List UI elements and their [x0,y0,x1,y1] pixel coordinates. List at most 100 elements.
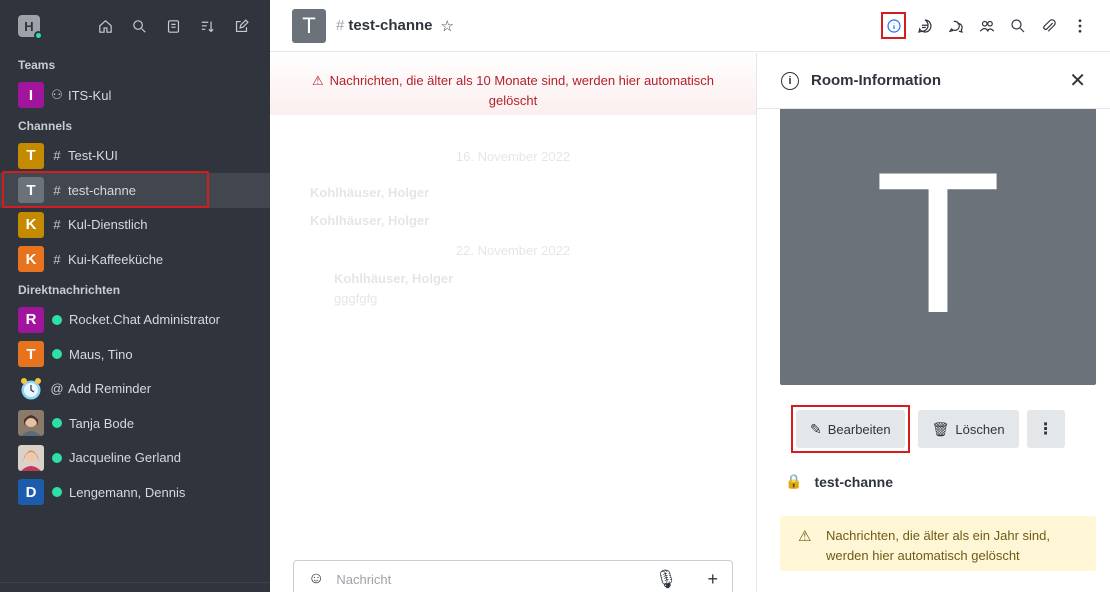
message-author: Kohlhäuser, Holger [310,213,430,228]
hashtag-icon: # [53,251,61,267]
header-toolbar [881,12,1092,39]
trash-icon: 🗑 [931,420,950,437]
room-header: T # test-channe ☆ [270,0,1110,52]
sidebar-item-label: Rocket.Chat Administrator [69,312,221,328]
avatar: I [18,82,44,109]
team-icon: ⚇ [51,87,63,103]
room-avatar[interactable]: T [292,8,326,43]
avatar: K [18,246,44,273]
date-divider: 16. November 2022 [455,149,571,164]
emoji-icon[interactable]: ☺ [308,570,324,588]
edit-label: Bearbeiten [827,421,891,437]
home-icon[interactable] [94,15,116,37]
sidebar-item-label: Lengemann, Dennis [69,484,186,500]
sidebar-item-kul-dienstlich[interactable]: K # Kul-Dienstlich [0,208,270,243]
sidebar-item-test-channe[interactable]: T # test-channe [0,171,270,208]
online-status-dot [52,452,62,463]
sidebar-item-its-kul[interactable]: I ⚇ ITS-Kul [0,78,270,113]
delete-label: Löschen [955,421,1005,437]
message-area: ⚠ Nachrichten, die älter als 10 Monate si… [270,53,756,592]
user-photo-avatar [18,444,44,471]
sort-icon[interactable] [196,15,218,37]
retention-text: Nachrichten, die älter als 10 Monate sin… [329,73,715,108]
sidebar-item-tanja-bode[interactable]: Tanja Bode [0,406,270,441]
plus-icon[interactable]: + [707,569,718,590]
retention-notice-text: Nachrichten, die älter als ein Jahr sind… [826,528,1051,563]
warning-icon: ⚠ [311,73,324,88]
more-options-button[interactable]: ⋮ [1026,410,1065,448]
avatar: R [18,306,44,333]
sidebar-item-rocketchat-admin[interactable]: R Rocket.Chat Administrator [0,303,270,338]
panel-header: i Room-Information ✕ [757,53,1110,109]
kebab-menu-icon[interactable] [1067,12,1092,39]
sidebar-header: H [0,0,270,52]
composer-placeholder: Nachricht [336,571,392,587]
online-status-dot [52,487,62,498]
sidebar-item-lengemann-dennis[interactable]: D Lengemann, Dennis [0,475,270,510]
sidebar-item-label: Add Reminder [68,381,152,397]
discussion-icon[interactable] [943,12,968,39]
sidebar-item-label: Tanja Bode [69,415,135,431]
directory-icon[interactable] [162,15,184,37]
room-name-row: 🔒 test-channe [785,473,893,490]
search-icon[interactable] [128,15,150,37]
delete-button[interactable]: 🗑 Löschen [917,410,1019,448]
online-status-dot [52,314,62,325]
pencil-icon: ✎ [810,420,822,437]
sidebar-item-label: Jacqueline Gerland [69,450,182,466]
edit-button[interactable]: ✎ Bearbeiten [796,410,905,448]
highlight-box [2,171,209,208]
user-photo-avatar [18,410,44,437]
lock-icon: 🔒 [785,473,803,489]
info-icon: i [781,71,799,90]
highlight-box: ✎ Bearbeiten [791,405,910,453]
sidebar-item-jacqueline-gerland[interactable]: Jacqueline Gerland [0,441,270,476]
at-icon: @ [50,381,64,397]
hashtag-icon: # [53,148,61,164]
message-text: gggfgfg [334,291,378,306]
workspace-initial: H [24,18,34,34]
hashtag-icon: # [53,217,61,233]
search-icon[interactable] [1005,12,1030,39]
alarm-clock-avatar [18,376,44,402]
microphone-icon[interactable]: 🎙 [655,569,678,590]
message-author: Kohlhäuser, Holger [334,271,454,286]
action-buttons: ✎ Bearbeiten 🗑 Löschen ⋮ [791,405,1065,453]
room-info-panel: i Room-Information ✕ T ✎ Bearbeiten 🗑 Lösc… [756,53,1110,592]
section-teams: Teams [18,58,56,72]
sidebar-item-label: Test-KUI [68,148,118,164]
avatar: D [18,479,44,506]
create-new-icon[interactable] [230,15,252,37]
threads-icon[interactable] [912,12,937,39]
room-title: # test-channe ☆ [336,17,454,35]
sidebar-item-kui-kaffeekueche[interactable]: K # Kui-Kaffeeküche [0,242,270,277]
online-status-dot [52,418,62,429]
message-composer[interactable]: ☺ Nachricht 🎙 + [293,560,733,592]
sidebar-item-label: ITS-Kul [68,87,112,103]
avatar: K [18,211,44,238]
paperclip-icon[interactable] [1036,12,1061,39]
section-direct-messages: Direktnachrichten [18,282,121,297]
section-channels: Channels [18,118,73,133]
sidebar-item-label: Maus, Tino [69,346,133,362]
room-name: test-channe [814,473,894,490]
members-icon[interactable] [974,12,999,39]
room-info-icon[interactable] [881,12,906,39]
sidebar-item-label: Kul-Dienstlich [68,217,148,233]
sidebar-item-maus-tino[interactable]: T Maus, Tino [0,337,270,372]
workspace-avatar[interactable]: H [18,15,43,40]
hashtag-icon: # [336,17,345,34]
date-divider: 22. November 2022 [455,243,571,258]
retention-warning: ⚠ Nachrichten, die älter als 10 Monate si… [270,53,756,115]
sidebar-item-test-kui[interactable]: T # Test-KUI [0,139,270,174]
sidebar-item-label: Kui-Kaffeeküche [68,251,164,267]
star-icon[interactable]: ☆ [441,17,454,35]
sidebar: H Teams I ⚇ ITS-Kul Channels T # Test-KU… [0,0,270,592]
room-avatar-large: T [780,109,1096,385]
warning-icon: ⚠ [798,528,812,545]
avatar: T [18,142,44,169]
sidebar-item-add-reminder[interactable]: @ Add Reminder [0,372,270,407]
online-status-dot [34,31,43,40]
close-icon[interactable]: ✕ [1069,68,1086,93]
online-status-dot [52,349,62,360]
